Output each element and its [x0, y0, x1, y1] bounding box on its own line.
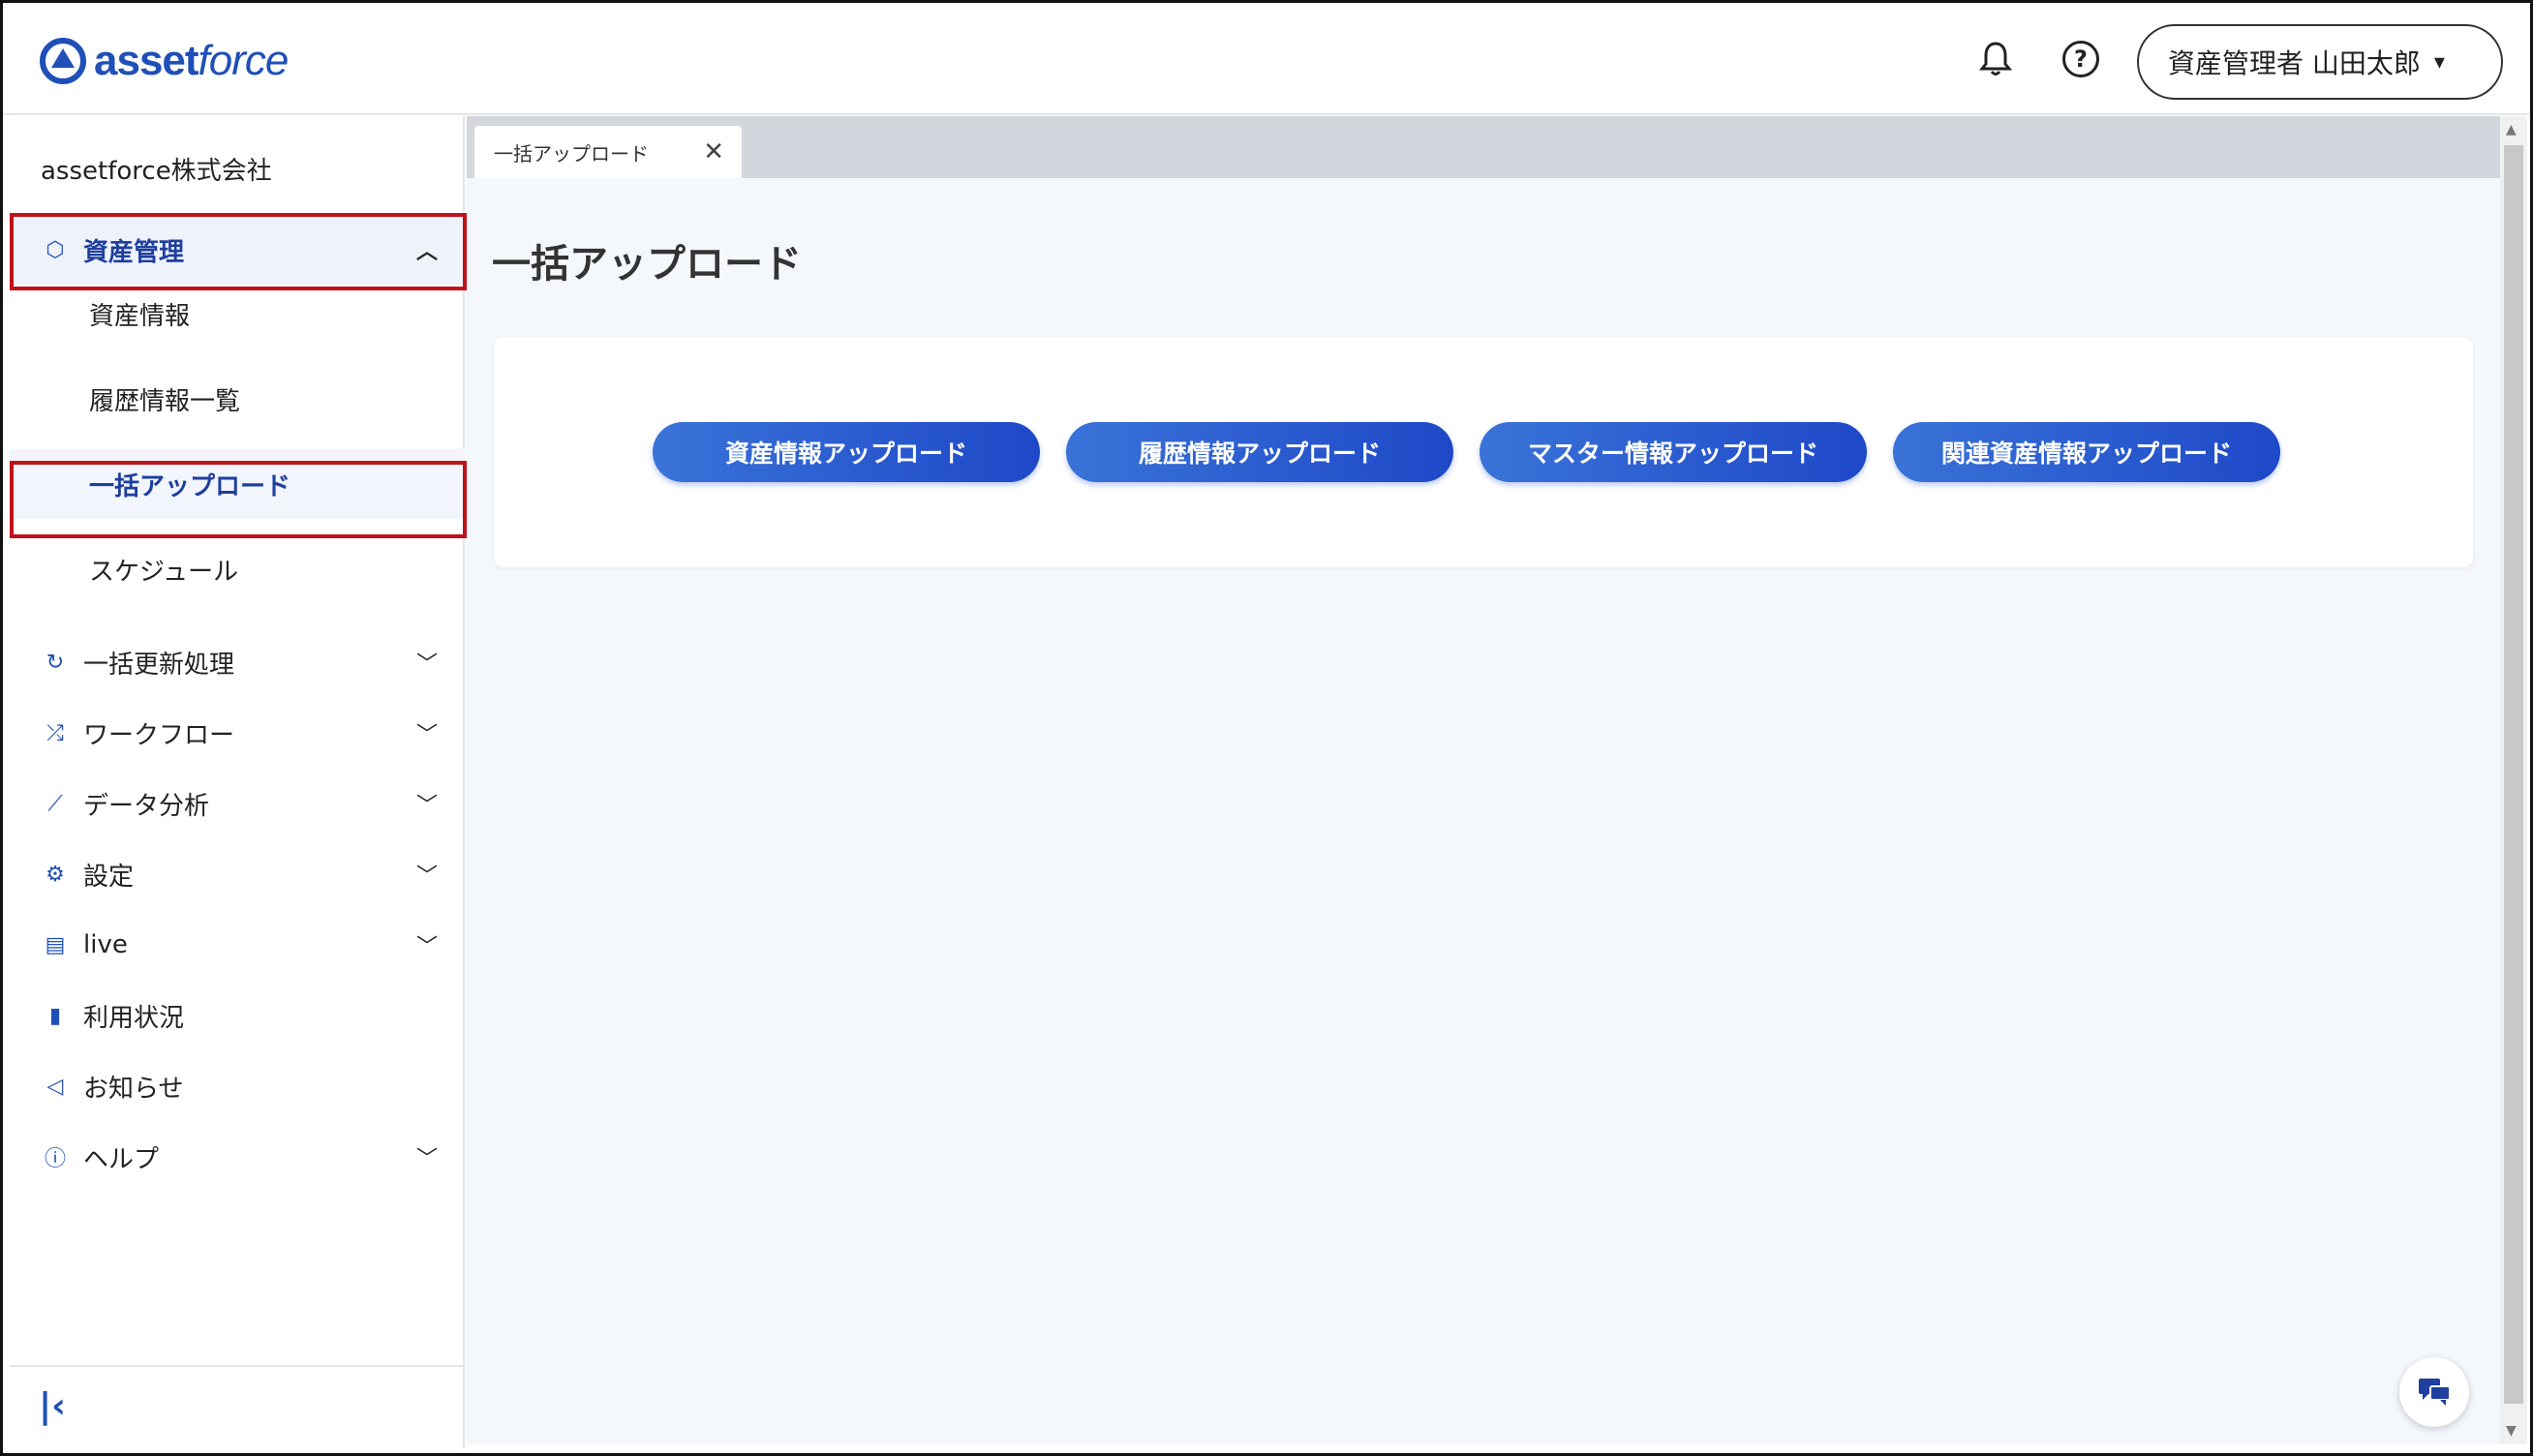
sidebar-item-settings[interactable]: ⚙ 設定 ﹀ [10, 839, 465, 909]
scroll-thumb[interactable] [2504, 145, 2523, 1404]
user-name: 資産管理者 山田太郎 [2168, 47, 2421, 79]
app-header: assetforce ? 資産管理者 山田太郎 ▾ [3, 3, 2530, 115]
history-info-upload-button[interactable]: 履歴情報アップロード [1066, 422, 1453, 482]
chevron-down-icon: ﹀ [415, 935, 438, 959]
scroll-up-icon[interactable]: ▲ [2506, 122, 2517, 137]
chevron-down-icon: ﹀ [415, 864, 438, 889]
workflow-icon: ⤮ [46, 720, 64, 745]
sidebar-item-workflow[interactable]: ⤮ ワークフロー ﹀ [10, 698, 465, 768]
chevron-down-icon: ﹀ [415, 1147, 438, 1171]
logo-text: assetforce [94, 37, 289, 84]
asset-info-upload-button[interactable]: 資産情報アップロード [653, 422, 1040, 482]
logo-mark-icon [40, 38, 86, 84]
sidebar-item-live[interactable]: ▤ live ﹀ [10, 910, 465, 980]
chat-icon[interactable] [2399, 1357, 2469, 1427]
bell-icon[interactable] [1974, 38, 2017, 80]
sidebar-item-news[interactable]: ◁ お知らせ [10, 1051, 465, 1121]
main-content: 一括アップロード ✕ 一括アップロード 資産情報アップロード 履歴情報アップロー… [467, 116, 2500, 1444]
scroll-down-icon[interactable]: ▼ [2506, 1423, 2517, 1439]
logo[interactable]: assetforce [40, 34, 289, 88]
megaphone-icon: ◁ [46, 1074, 64, 1099]
sidebar-item-usage[interactable]: ▮ 利用状況 [10, 981, 465, 1050]
sidebar-item-schedule[interactable]: スケジュール [10, 534, 465, 604]
bar-chart-icon: ▮ [48, 1003, 62, 1028]
help-circle-icon: ⓘ [44, 1147, 66, 1171]
related-asset-info-upload-button[interactable]: 関連資産情報アップロード [1893, 422, 2280, 482]
user-menu-button[interactable]: 資産管理者 山田太郎 ▾ [2137, 24, 2503, 100]
analytics-icon: ⟋ [47, 791, 63, 816]
page-title: 一括アップロード [492, 242, 802, 287]
sidebar-item-bulk-update[interactable]: ↻ 一括更新処理 ﹀ [10, 627, 465, 697]
upload-card: 資産情報アップロード 履歴情報アップロード マスター情報アップロード 関連資産情… [494, 337, 2473, 567]
sidebar-footer: |‹ [10, 1365, 465, 1448]
live-chat-icon: ▤ [45, 932, 66, 957]
sidebar-item-history-list[interactable]: 履歴情報一覧 [10, 364, 465, 434]
chevron-down-icon: ▾ [2433, 49, 2445, 75]
refresh-icon: ↻ [46, 650, 65, 675]
gear-icon: ⚙ [46, 862, 65, 887]
company-name: assetforce株式会社 [41, 157, 272, 186]
scrollbar[interactable]: ▲ ▼ [2500, 116, 2527, 1444]
help-icon[interactable]: ? [2060, 38, 2102, 80]
chevron-down-icon: ﹀ [415, 652, 438, 677]
sidebar-item-data-analysis[interactable]: ⟋ データ分析 ﹀ [10, 769, 465, 838]
chevron-down-icon: ﹀ [415, 723, 438, 747]
sidebar-item-help[interactable]: ⓘ ヘルプ ﹀ [10, 1122, 465, 1192]
collapse-sidebar-icon[interactable]: |‹ [39, 1386, 66, 1426]
tab-bar: 一括アップロード ✕ [467, 116, 2500, 178]
chevron-down-icon: ﹀ [415, 794, 438, 818]
tab-bulk-upload[interactable]: 一括アップロード ✕ [474, 126, 742, 178]
close-icon[interactable]: ✕ [703, 137, 724, 167]
sidebar: assetforce株式会社 ⬡ 資産管理 ︿ 資産情報 履歴情報一覧 一括アッ… [10, 116, 465, 1448]
highlight-box-bulk-upload [10, 461, 467, 538]
highlight-box-asset-management [10, 213, 467, 290]
master-info-upload-button[interactable]: マスター情報アップロード [1480, 422, 1867, 482]
